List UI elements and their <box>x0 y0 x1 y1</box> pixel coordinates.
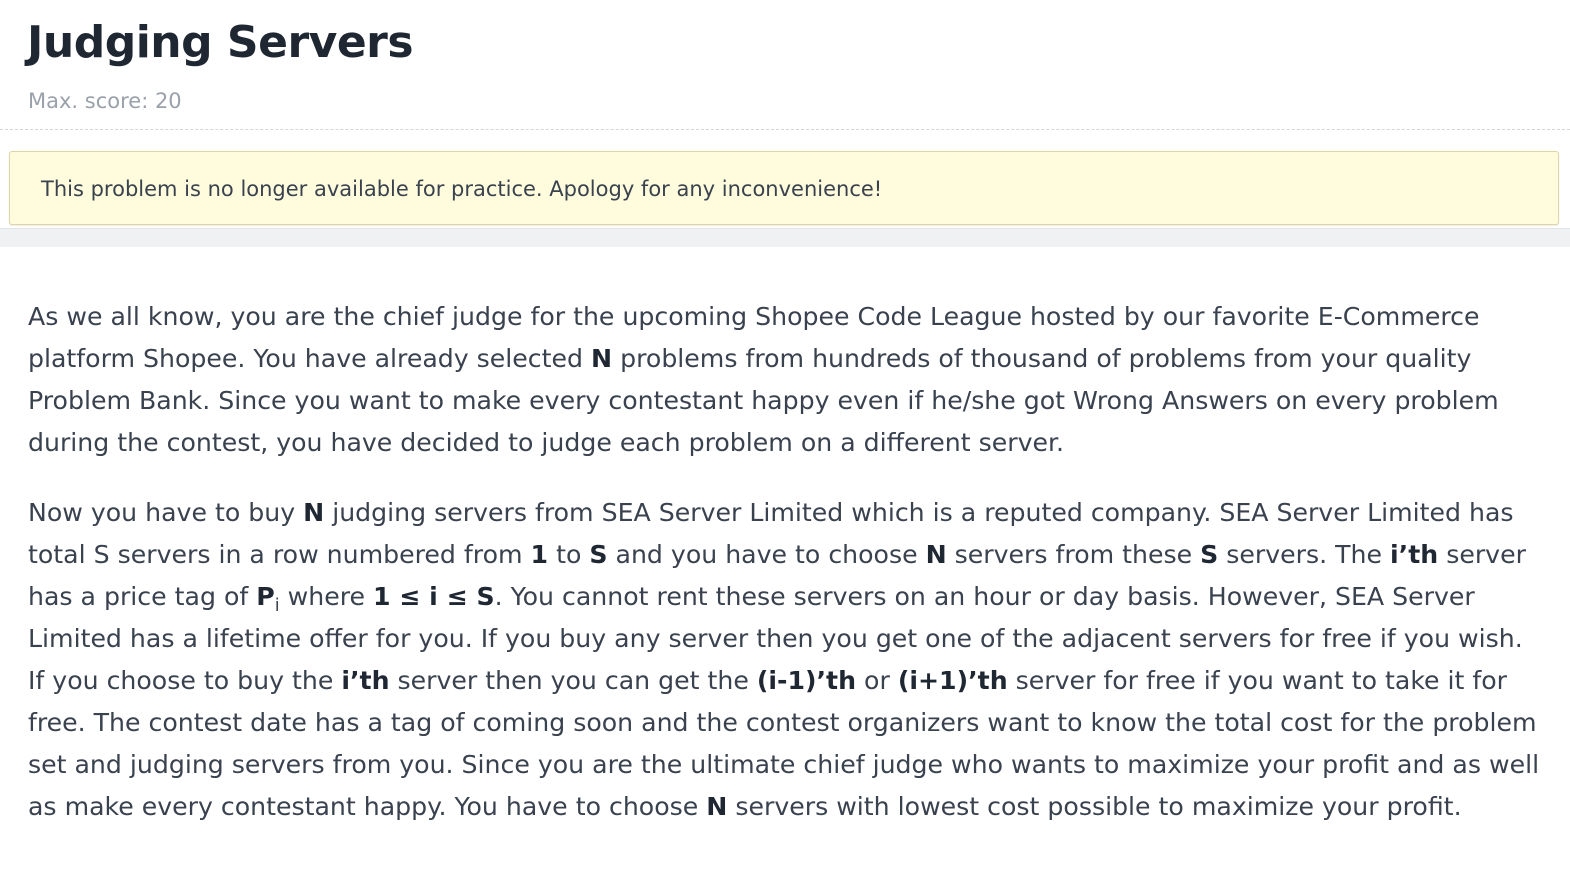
variable-s: S <box>589 540 608 569</box>
text-segment: server then you can get the <box>389 666 757 695</box>
section-divider <box>0 228 1570 247</box>
index-ith: i’th <box>1390 540 1439 569</box>
text-segment: servers from these <box>946 540 1201 569</box>
text-segment: or <box>856 666 898 695</box>
text-segment: where <box>279 582 373 611</box>
text-segment: servers. The <box>1218 540 1390 569</box>
index-previous: (i-1)’th <box>756 666 857 695</box>
variable-p: P <box>256 582 275 611</box>
text-segment: Now you have to buy <box>28 498 304 527</box>
max-score-label: Max. score: 20 <box>28 89 182 113</box>
index-next: (i+1)’th <box>897 666 1008 695</box>
statement-paragraph-1: As we all know, you are the chief judge … <box>28 296 1543 464</box>
variable-s: S <box>1200 540 1219 569</box>
variable-n: N <box>591 344 613 373</box>
problem-header: Judging Servers Max. score: 20 <box>0 0 1570 130</box>
notice-text: This problem is no longer available for … <box>41 177 883 201</box>
text-segment: to <box>548 540 590 569</box>
text-segment: and you have to choose <box>607 540 926 569</box>
variable-n: N <box>706 792 728 821</box>
problem-statement: As we all know, you are the chief judge … <box>28 296 1543 856</box>
text-segment: servers with lowest cost possible to max… <box>727 792 1462 821</box>
page-title: Judging Servers <box>27 17 414 68</box>
variable-n: N <box>303 498 325 527</box>
constraint-range: 1 ≤ i ≤ S <box>373 582 495 611</box>
variable-n: N <box>925 540 947 569</box>
value-one: 1 <box>530 540 549 569</box>
unavailable-notice: This problem is no longer available for … <box>9 151 1559 225</box>
index-ith: i’th <box>341 666 390 695</box>
statement-paragraph-2: Now you have to buy N judging servers fr… <box>28 492 1543 828</box>
